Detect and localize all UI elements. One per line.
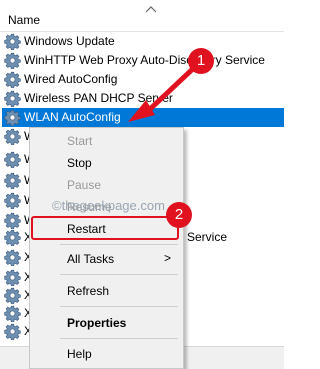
annotation-badge-1: 1 <box>188 48 214 74</box>
annotation-badge-2: 2 <box>166 202 192 228</box>
annotation-arrow <box>128 61 201 122</box>
